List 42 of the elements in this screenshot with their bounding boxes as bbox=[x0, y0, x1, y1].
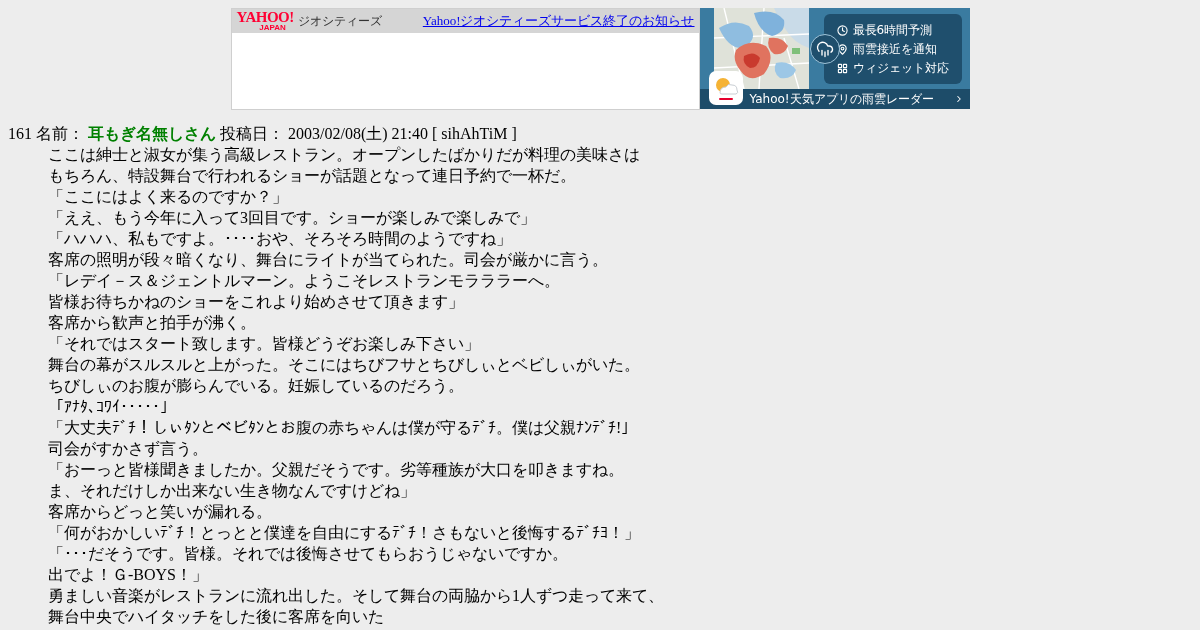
poster-name: 耳もぎ名無しさん bbox=[88, 125, 216, 142]
clock-icon bbox=[836, 24, 848, 36]
body-line: 「何がおかしいﾃﾞﾁ！とっとと僕達を自由にするﾃﾞﾁ！さもないと後悔するﾃﾞﾁﾖ！」 bbox=[48, 524, 640, 541]
notice-link[interactable]: Yahoo!ジオシティーズサービス終了のお知らせ bbox=[422, 11, 695, 31]
weather-app-icon bbox=[708, 71, 743, 105]
body-line: 客席の照明が段々暗くなり、舞台にライトが当てられた。司会が厳かに言う。 bbox=[48, 251, 608, 268]
poster-id: [ sihAhTiM ] bbox=[432, 125, 517, 142]
body-line: 舞台中央でハイタッチをした後に客席を向いた bbox=[48, 608, 384, 625]
post-number: 161 bbox=[8, 125, 32, 142]
body-line: 「レデイ－ス＆ジェントルマーン。ようこそレストランモラララーへ。 bbox=[48, 272, 560, 289]
body-line: 「おーっと皆様聞きましたか。父親だそうです。劣等種族が大口を叩きますね。 bbox=[48, 461, 624, 478]
body-line: 「ハハハ、私もですよ。････おや、そろそろ時間のようですね」 bbox=[48, 230, 512, 247]
feature-label: ウィジェット対応 bbox=[852, 60, 949, 76]
body-line: もちろん、特設舞台で行われるショーが話題となって連日予約で一杯だ。 bbox=[48, 167, 576, 184]
body-line: 司会がすかさず言う。 bbox=[48, 440, 208, 457]
body-line: 「ここにはよく来るのですか？」 bbox=[48, 188, 288, 205]
feature-label: 雨雲接近を通知 bbox=[852, 41, 937, 57]
body-line: 客席からどっと笑いが漏れる。 bbox=[48, 503, 272, 520]
body-line: 客席から歓声と拍手が沸く。 bbox=[48, 314, 256, 331]
name-label: 名前： bbox=[36, 125, 84, 142]
body-line: 「大丈夫ﾃﾞﾁ！しぃﾀﾝとベビﾀﾝとお腹の赤ちゃんは僕が守るﾃﾞﾁ。僕は父親ﾅﾝﾃﾞﾁ!」 bbox=[48, 419, 638, 436]
body-line: ま、それだけしか出来ない生き物なんですけどね」 bbox=[48, 482, 416, 499]
body-line: 「ええ、もう今年に入って3回目です。ショーが楽しみで楽しみで」 bbox=[48, 209, 536, 226]
date-label: 投稿日： bbox=[220, 125, 284, 142]
logo-subtext: JAPAN bbox=[259, 23, 286, 32]
feature-label: 最長6時間予測 bbox=[852, 22, 933, 38]
weather-app-ad[interactable]: 最長6時間予測 雨雲接近を通知 ウィジェット対応 Yahoo!天気アプリの雨雲レーダー bbox=[699, 8, 970, 109]
body-line: 皆様お待ちかねのショーをこれより始めさせて頂きます」 bbox=[48, 293, 464, 310]
body-line: 勇ましい音楽がレストランに流れ出した。そして舞台の両脇から1人ずつ走って来て、 bbox=[48, 587, 664, 604]
body-line: ちびしぃのお腹が膨らんでいる。妊娠しているのだろう。 bbox=[48, 377, 464, 394]
body-line: ここは紳士と淑女が集う高級レストラン。オープンしたばかりだが料理の美味さは bbox=[48, 146, 640, 163]
rain-cloud-icon bbox=[809, 34, 840, 64]
ad-caption: Yahoo!天気アプリの雨雲レーダー bbox=[749, 91, 934, 107]
logo-wordmark: YAHOO! bbox=[236, 10, 294, 24]
body-line: 出でよ！Ｇ-BOYS！」 bbox=[48, 566, 208, 583]
body-line: 「ｱﾅﾀ､ｺﾜｲ･････」 bbox=[48, 398, 176, 415]
body-line: 「･･･だそうです。皆様。それでは後悔させてもらおうじゃないですか。 bbox=[48, 545, 568, 562]
post-date: 2003/02/08(土) 21:40 bbox=[288, 125, 428, 142]
body-line: 舞台の幕がスルスルと上がった。そこにはちびフサとちびしぃとベビしぃがいた。 bbox=[48, 356, 640, 373]
body-line: 「それではスタート致します。皆様どうぞお楽しみ下さい」 bbox=[48, 335, 480, 352]
grid-icon bbox=[836, 62, 848, 74]
service-name: ジオシティーズ bbox=[297, 13, 382, 29]
